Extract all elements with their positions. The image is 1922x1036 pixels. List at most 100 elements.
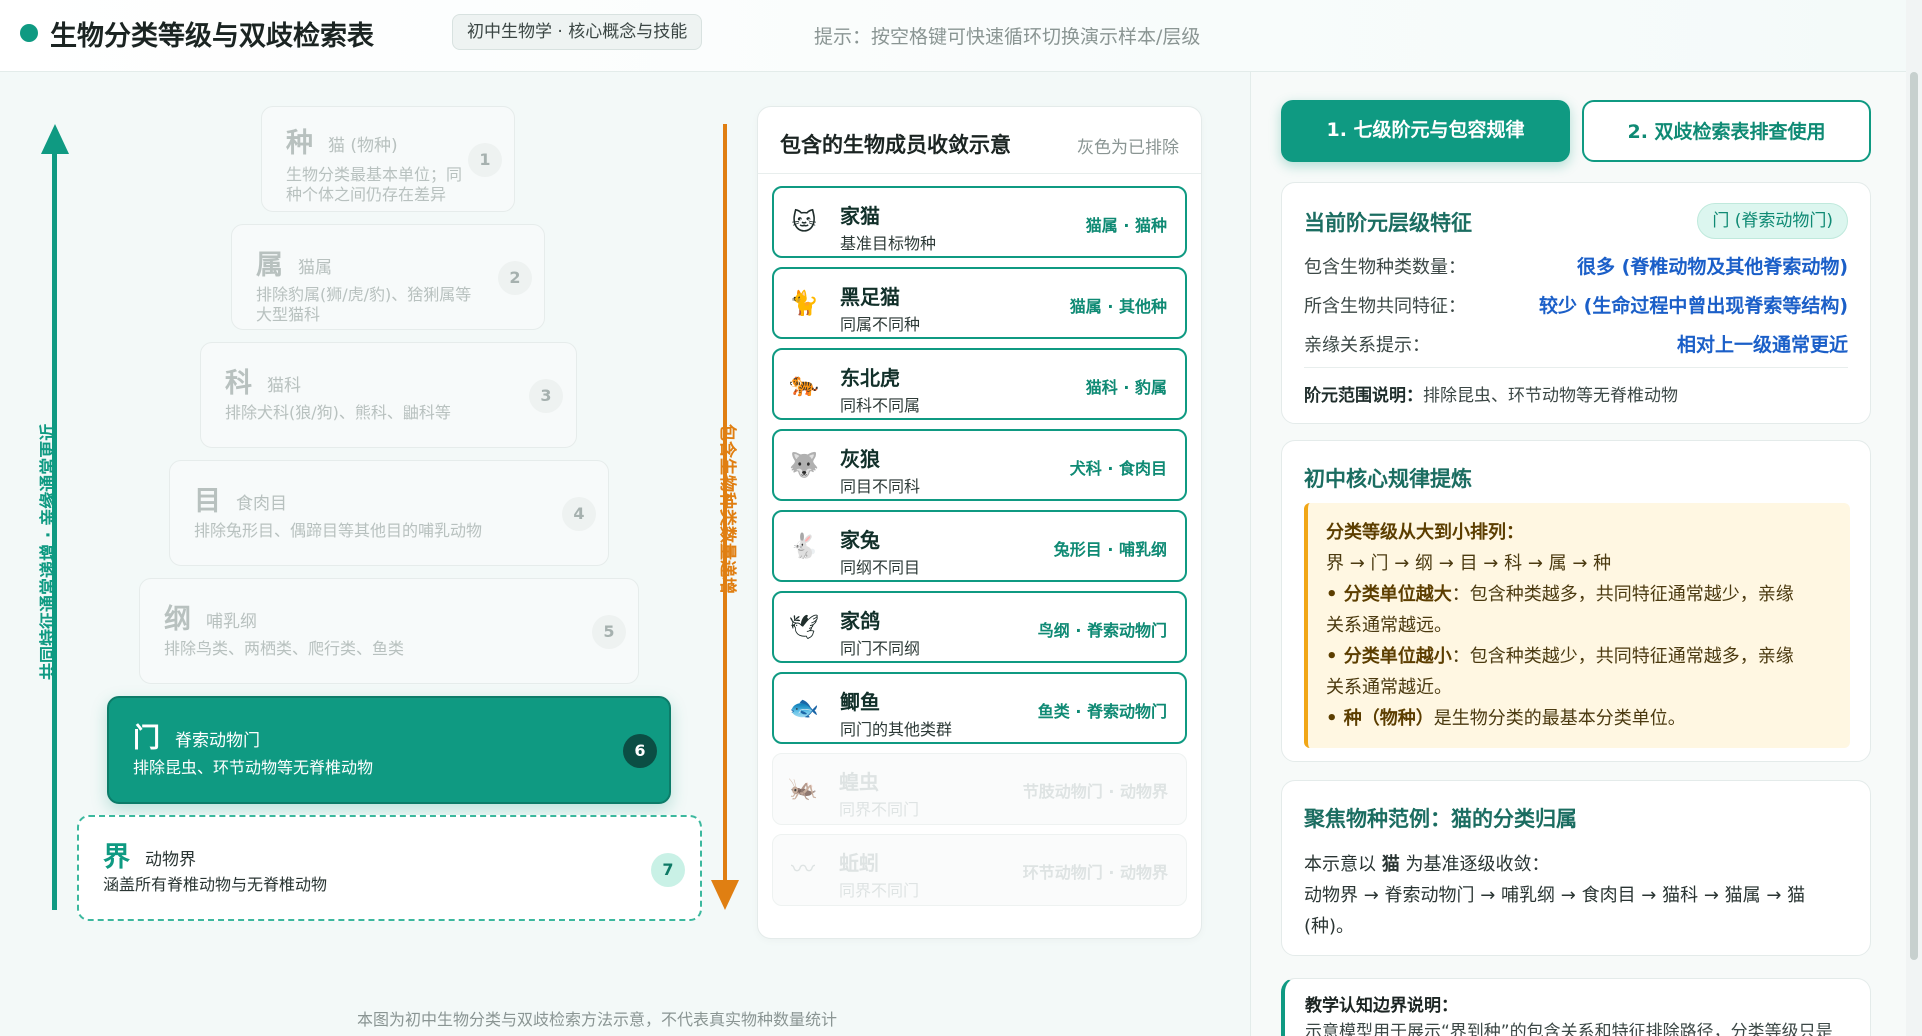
level-description: 排除豹属(狮/虎/豹)、猞猁属等大型猫科 — [256, 285, 472, 324]
member-relation: 同门不同纲 — [840, 639, 921, 658]
focus-chain: 动物界 → 脊索动物门 → 哺乳纲 → 食肉目 → 猫科 → 猫属 → 猫 — [1304, 885, 1806, 906]
focus-intro-pre: 本示意以 — [1304, 854, 1382, 875]
level-order[interactable]: 目 食肉目 排除兔形目、偶蹄目等其他目的哺乳动物 4 — [169, 460, 609, 566]
level-class[interactable]: 纲 哺乳纲 排除鸟类、两栖类、爬行类、鱼类 5 — [139, 578, 639, 684]
level-example: 脊索动物门 — [175, 731, 260, 751]
focus-species-card: 聚焦物种范例：猫的分类归属 本示意以 猫 为基准逐级收敛： 动物界 → 脊索动物… — [1281, 780, 1871, 956]
locust-icon: 🦗 — [788, 774, 818, 802]
subject-badge: 初中生物学 · 核心概念与技能 — [452, 14, 703, 50]
rule-larger-cont: 关系通常越远。 — [1326, 615, 1452, 636]
member-relation: 同界不同门 — [839, 800, 920, 819]
member-item-excluded[interactable]: 〰 蚯蚓 同界不同门 环节动物门 · 动物界 — [772, 834, 1187, 906]
level-number-badge: 2 — [498, 261, 532, 295]
member-item-excluded[interactable]: 🦗 蝗虫 同界不同门 节肢动物门 · 动物界 — [772, 753, 1187, 825]
rule-larger-text: ：包含种类越多，共同特征通常越少，亲缘 — [1451, 584, 1794, 605]
member-item[interactable]: 🐟 鲫鱼 同门的其他类群 鱼类 · 脊索动物门 — [772, 672, 1187, 744]
row-value: 很多 (脊椎动物及其他脊索动物) — [1577, 256, 1848, 278]
fish-icon: 🐟 — [789, 694, 819, 722]
row-label: 亲缘关系提示： — [1304, 335, 1430, 356]
member-item[interactable]: 🐇 家兔 同纲不同目 兔形目 · 哺乳纲 — [772, 510, 1187, 582]
scope-label: 阶元范围说明： — [1304, 386, 1423, 406]
level-name: 科 — [225, 368, 252, 399]
rule-smaller-bold: • 分类单位越小 — [1326, 646, 1452, 667]
tab-dichotomous-key[interactable]: 2. 双歧检索表排查使用 — [1582, 100, 1871, 162]
level-kingdom[interactable]: 界 动物界 涵盖所有脊椎动物与无脊椎动物 7 — [77, 815, 702, 921]
level-name: 目 — [194, 486, 221, 517]
divider — [1304, 367, 1848, 368]
member-relation: 同界不同门 — [839, 881, 920, 900]
members-note: 灰色为已排除 — [1077, 138, 1179, 158]
teaching-note-card: 教学认知边界说明： 示意模型用于展示“界到种”的包含关系和特征排除路径，分类等级… — [1281, 978, 1871, 1036]
divider — [758, 173, 1201, 174]
dove-icon: 🕊 — [788, 613, 820, 641]
member-tag: 猫属 · 猫种 — [1085, 216, 1167, 235]
rule-species-bold: • 种（物种） — [1326, 708, 1434, 729]
level-phylum[interactable]: 门 脊索动物门 排除昆虫、环节动物等无脊椎动物 6 — [107, 696, 671, 804]
focus-intro: 本示意以 猫 为基准逐级收敛： — [1304, 849, 1850, 880]
vertical-scrollbar[interactable] — [1906, 0, 1922, 1036]
arrow-down-icon — [711, 880, 739, 910]
level-name: 种 — [286, 128, 313, 159]
level-description: 涵盖所有脊椎动物与无脊椎动物 — [103, 875, 328, 894]
level-description: 排除昆虫、环节动物等无脊椎动物 — [133, 758, 374, 777]
level-name: 纲 — [164, 604, 191, 635]
focus-chain-cont: (种)。 — [1304, 916, 1355, 937]
level-species[interactable]: 种 猫 (物种) 生物分类最基本单位；同种个体之间仍存在差异 1 — [261, 106, 515, 212]
level-number-badge: 6 — [623, 734, 657, 768]
tab-taxonomy-levels[interactable]: 1. 七级阶元与包容规律 — [1281, 100, 1570, 162]
wildcat-icon: 🐈 — [789, 289, 819, 317]
rule-larger: • 分类单位越大：包含种类越多，共同特征通常越少，亲缘 — [1326, 579, 1832, 610]
member-name: 家鸽 — [840, 609, 880, 633]
member-relation: 同科不同属 — [840, 396, 921, 415]
member-tag: 鱼类 · 脊索动物门 — [1037, 702, 1167, 721]
row-label: 包含生物种类数量： — [1304, 257, 1466, 278]
teaching-text: 示意模型用于展示“界到种”的包含关系和特征排除路径，分类等级只是 — [1305, 1022, 1833, 1036]
rule-smaller-cont: 关系通常越近。 — [1326, 677, 1452, 698]
member-relation: 同门的其他类群 — [840, 720, 953, 739]
member-relation: 同目不同科 — [840, 477, 921, 496]
member-item[interactable]: 🐺 灰狼 同目不同科 犬科 · 食肉目 — [772, 429, 1187, 501]
card-title: 聚焦物种范例：猫的分类归属 — [1304, 807, 1577, 831]
footnote: 本图为初中生物分类与双歧检索方法示意，不代表真实物种数量统计 — [357, 1010, 838, 1029]
member-name: 蚯蚓 — [839, 851, 879, 875]
level-name: 属 — [256, 250, 283, 281]
member-relation: 基准目标物种 — [840, 234, 937, 253]
member-tag: 节肢动物门 · 动物界 — [1022, 782, 1168, 801]
tiger-icon: 🐅 — [789, 370, 819, 398]
member-tag: 猫属 · 其他种 — [1069, 297, 1167, 316]
member-item[interactable]: 🐱 家猫 基准目标物种 猫属 · 猫种 — [772, 186, 1187, 258]
member-name: 黑足猫 — [840, 285, 900, 309]
cat-icon: 🐱 — [791, 208, 817, 236]
keyboard-hint: 提示：按空格键可快速循环切换演示样本/层级 — [814, 26, 1201, 48]
member-tag: 猫科 · 豹属 — [1085, 378, 1167, 397]
rule-smaller-text: ：包含种类越少，共同特征通常越多，亲缘 — [1451, 646, 1794, 667]
level-example: 猫 (物种) — [328, 136, 398, 156]
member-item[interactable]: 🕊 家鸽 同门不同纲 鸟纲 · 脊索动物门 — [772, 591, 1187, 663]
rule-title: 分类等级从大到小排列： — [1326, 522, 1524, 543]
member-name: 鲫鱼 — [840, 690, 880, 714]
level-description: 生物分类最基本单位；同种个体之间仍存在差异 — [286, 165, 463, 204]
level-number-badge: 5 — [592, 615, 626, 649]
level-number-badge: 7 — [651, 853, 685, 887]
level-example: 食肉目 — [236, 494, 287, 514]
level-genus[interactable]: 属 猫属 排除豹属(狮/虎/豹)、猞猁属等大型猫科 2 — [231, 224, 545, 330]
level-example: 猫属 — [298, 258, 332, 278]
scrollbar-thumb[interactable] — [1910, 72, 1918, 960]
member-tag: 鸟纲 · 脊索动物门 — [1037, 621, 1167, 640]
member-tag: 兔形目 · 哺乳纲 — [1053, 540, 1167, 559]
level-name: 界 — [103, 842, 130, 873]
current-level-pill: 门 (脊索动物门) — [1697, 203, 1848, 239]
member-name: 灰狼 — [840, 447, 880, 471]
level-description: 排除犬科(狼/狗)、熊科、鼬科等 — [225, 403, 451, 422]
member-name: 家兔 — [840, 528, 880, 552]
quantity-trend-label: 包含生物种类数量递增 — [717, 424, 737, 594]
feature-trend-label: 共同特征通常递增 · 亲缘通常更近 — [39, 423, 59, 680]
member-item[interactable]: 🐈 黑足猫 同属不同种 猫属 · 其他种 — [772, 267, 1187, 339]
core-rules-card: 初中核心规律提炼 分类等级从大到小排列： 界 → 门 → 纲 → 目 → 科 →… — [1281, 440, 1871, 762]
level-example: 哺乳纲 — [206, 612, 257, 632]
top-header: 生物分类等级与双歧检索表 初中生物学 · 核心概念与技能 提示：按空格键可快速循… — [0, 0, 1906, 72]
member-tag: 环节动物门 · 动物界 — [1022, 863, 1168, 882]
member-item[interactable]: 🐅 东北虎 同科不同属 猫科 · 豹属 — [772, 348, 1187, 420]
rule-species-text: 是生物分类的最基本分类单位。 — [1433, 708, 1686, 729]
level-family[interactable]: 科 猫科 排除犬科(狼/狗)、熊科、鼬科等 3 — [200, 342, 577, 448]
